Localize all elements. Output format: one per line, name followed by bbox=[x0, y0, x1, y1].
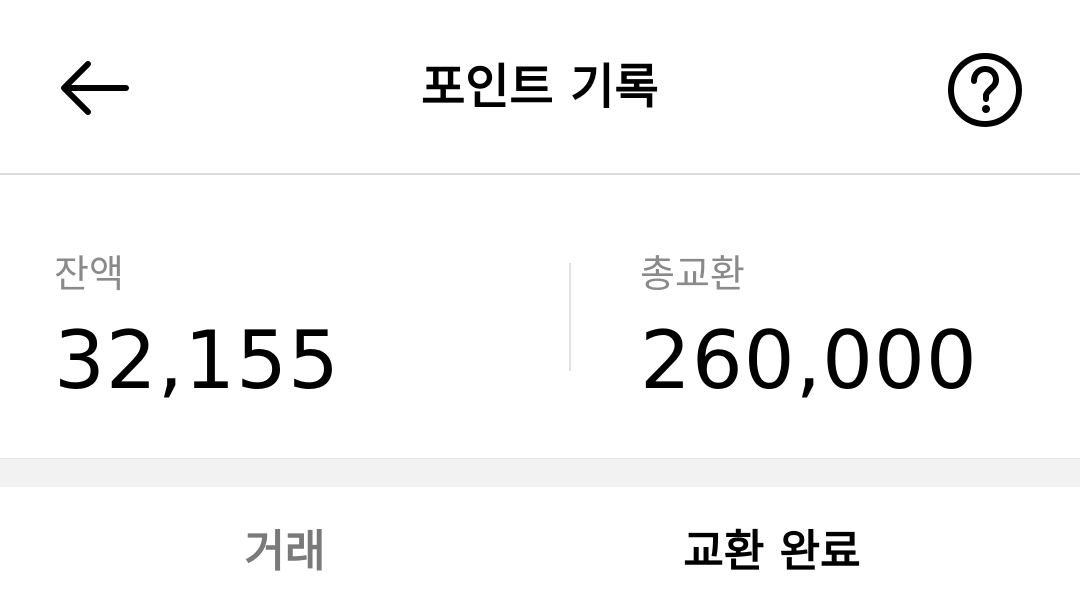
total-exchange-value: 260,000 bbox=[640, 314, 978, 407]
total-exchange-label: 총교환 bbox=[640, 252, 745, 296]
question-circle-icon bbox=[948, 53, 1022, 127]
balance-value: 32,155 bbox=[54, 314, 340, 407]
history-tabs: 거래 교환 완료 bbox=[0, 487, 1080, 613]
app-header: 포인트 기록 bbox=[0, 0, 1080, 175]
balance-label: 잔액 bbox=[54, 252, 124, 296]
points-summary: 잔액 32,155 총교환 260,000 bbox=[0, 175, 1080, 458]
point-history-screen: 포인트 기록 잔액 32,155 총교환 260,000 거래 교환 완료 bbox=[0, 0, 1080, 613]
page-title: 포인트 기록 bbox=[421, 59, 659, 115]
help-button[interactable] bbox=[940, 48, 1030, 132]
summary-divider bbox=[569, 263, 571, 371]
tab-transactions[interactable]: 거래 bbox=[15, 487, 555, 613]
tab-exchange-completed[interactable]: 교환 완료 bbox=[502, 487, 1042, 613]
section-separator bbox=[0, 458, 1080, 487]
